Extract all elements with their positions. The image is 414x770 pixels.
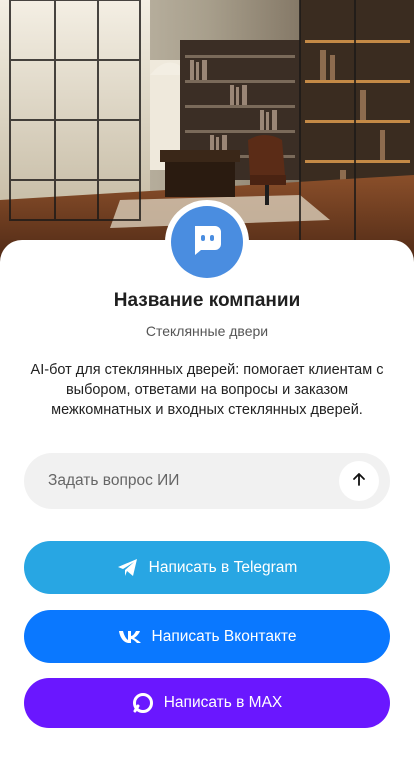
avatar [171, 206, 243, 278]
ask-ai-input[interactable] [48, 453, 338, 509]
company-description: AI-бот для стеклянных дверей: помогает к… [30, 362, 384, 418]
max-button-label: Написать в MAX [163, 694, 283, 711]
company-name: Название компании [113, 290, 301, 311]
telegram-button[interactable]: Написать в Telegram [24, 541, 390, 594]
vk-icon [118, 630, 142, 644]
max-icon [132, 692, 154, 714]
chat-bot-icon [189, 222, 225, 263]
send-button[interactable] [339, 461, 379, 501]
ask-ai-box [24, 453, 390, 509]
telegram-button-label: Написать в Telegram [148, 558, 298, 576]
arrow-up-icon [351, 471, 367, 492]
company-subtitle: Стеклянные двери [145, 323, 269, 339]
vk-button-label: Написать Вконтакте [151, 627, 297, 645]
telegram-icon [117, 558, 139, 578]
vk-button[interactable]: Написать Вконтакте [24, 610, 390, 663]
max-button[interactable]: Написать в MAX [24, 678, 390, 728]
